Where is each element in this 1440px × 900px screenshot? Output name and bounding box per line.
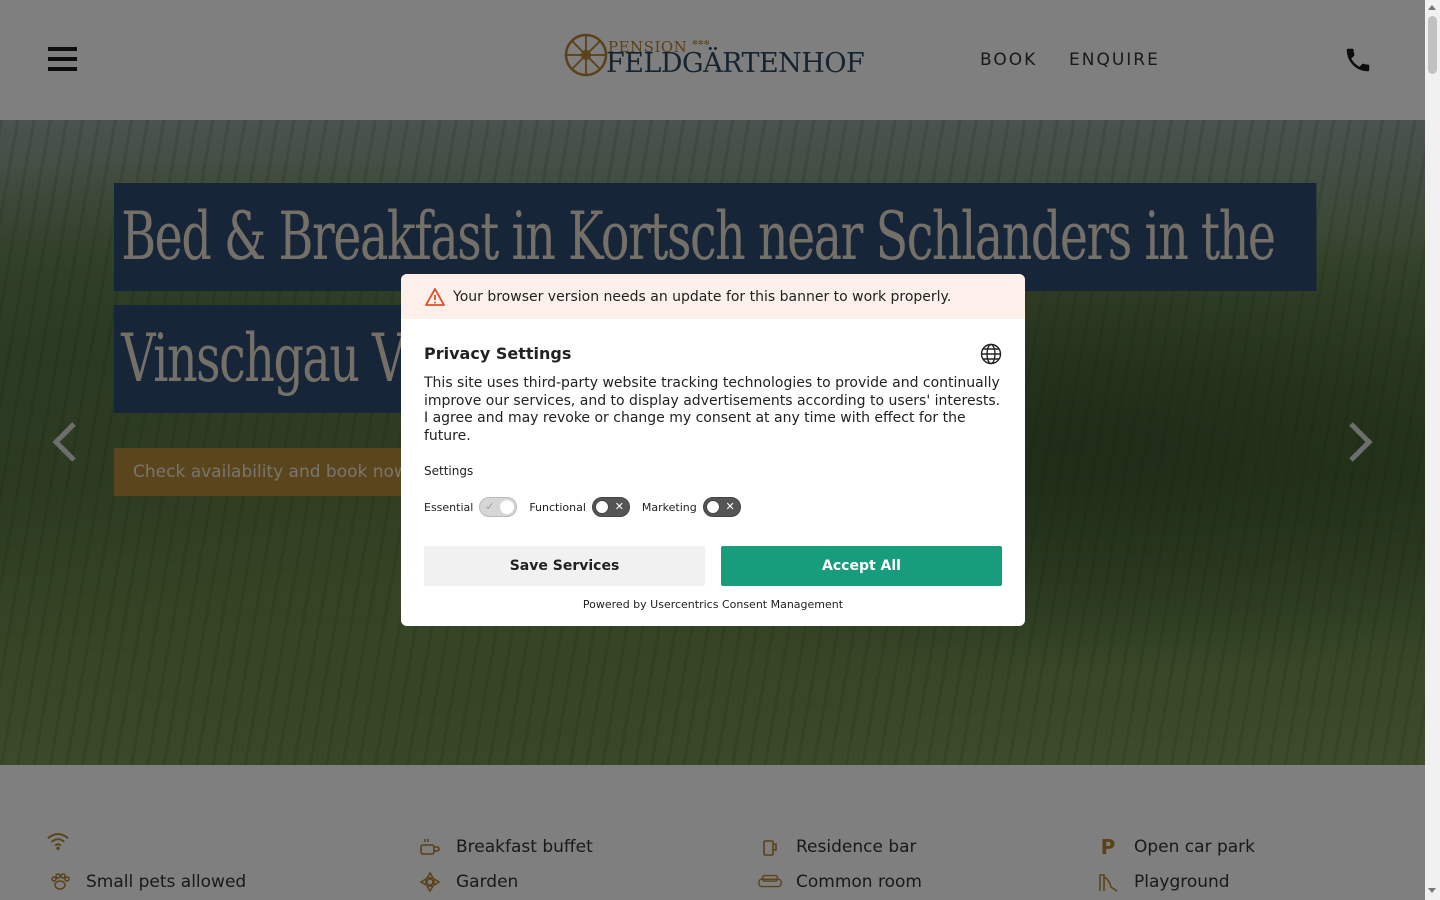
accept-all-button[interactable]: Accept All: [721, 546, 1002, 586]
scroll-up-arrow-icon[interactable]: [1428, 5, 1436, 10]
scroll-down-arrow-icon[interactable]: [1428, 888, 1436, 893]
toggle-label-essential: Essential: [424, 500, 474, 514]
browser-warning-banner: Your browser version needs an update for…: [401, 274, 1025, 319]
privacy-settings-dialog: Your browser version needs an update for…: [401, 274, 1025, 626]
dialog-description: This site uses third-party website track…: [424, 375, 1001, 444]
dialog-title: Privacy Settings: [424, 344, 572, 363]
toggle-label-functional: Functional: [529, 500, 586, 514]
powered-by-text[interactable]: Powered by Usercentrics Consent Manageme…: [401, 598, 1025, 611]
essential-toggle: ✓: [479, 497, 518, 517]
scrollbar[interactable]: [1425, 0, 1440, 900]
marketing-toggle[interactable]: ✕: [702, 497, 741, 517]
functional-toggle[interactable]: ✕: [591, 497, 630, 517]
settings-label: Settings: [424, 464, 474, 478]
scrollbar-thumb[interactable]: [1428, 16, 1437, 74]
warning-icon: [425, 287, 445, 306]
toggle-label-marketing: Marketing: [641, 500, 697, 514]
consent-toggles: Essential ✓ Functional ✕ Marketing ✕: [424, 497, 753, 517]
language-globe-icon[interactable]: [980, 343, 1002, 365]
warning-text: Your browser version needs an update for…: [453, 288, 952, 305]
save-services-button[interactable]: Save Services: [424, 546, 705, 586]
